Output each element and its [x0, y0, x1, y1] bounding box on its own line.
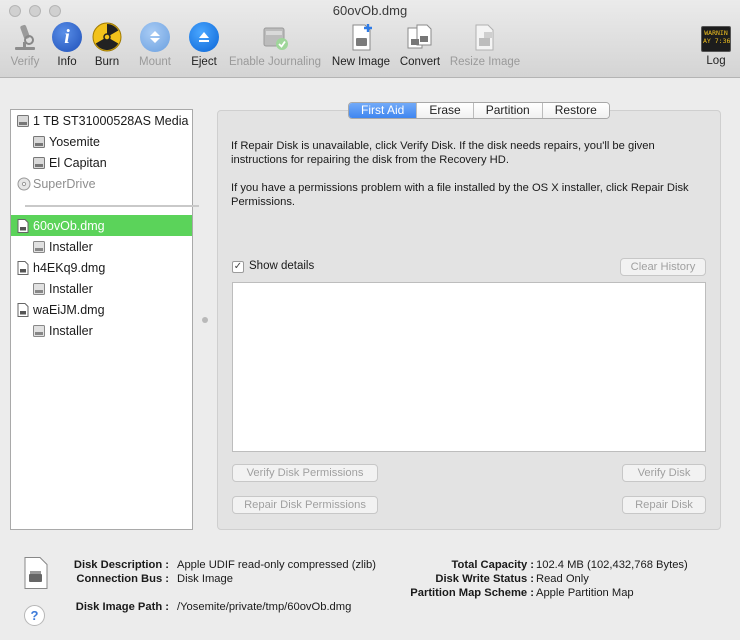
- tab-first-aid[interactable]: First Aid: [349, 103, 418, 118]
- sidebar-divider: [25, 205, 199, 207]
- info-icon: i: [52, 22, 82, 52]
- titlebar: 60ovOb.dmg Verify i Info Burn Mount Ejec…: [0, 0, 740, 78]
- sidebar-item-yosemite[interactable]: Yosemite: [11, 131, 192, 152]
- verify-disk-permissions-button[interactable]: Verify Disk Permissions: [232, 464, 378, 482]
- sidebar-item-el-capitan[interactable]: El Capitan: [11, 152, 192, 173]
- sidebar-item-installer-3[interactable]: Installer: [11, 320, 192, 341]
- disk-image-icon: [17, 302, 29, 317]
- sidebar-item-installer-2[interactable]: Installer: [11, 278, 192, 299]
- mount-button[interactable]: Mount: [136, 22, 174, 74]
- show-details-checkbox[interactable]: ✓: [232, 261, 244, 273]
- disk-write-status-value: Read Only: [536, 573, 589, 585]
- tab-erase[interactable]: Erase: [417, 103, 474, 118]
- disk-description-value: Apple UDIF read-only compressed (zlib): [177, 559, 376, 571]
- eject-icon: [189, 22, 219, 52]
- connection-bus-label: Connection Bus :: [76, 573, 169, 585]
- clear-history-button[interactable]: Clear History: [620, 258, 706, 276]
- volume-icon: [33, 240, 45, 254]
- window-title: 60ovOb.dmg: [332, 3, 408, 18]
- verify-button[interactable]: Verify: [6, 22, 44, 74]
- selected-disk-image-icon: [24, 557, 48, 589]
- eject-button[interactable]: Eject: [188, 22, 220, 74]
- disk-image-icon: [17, 260, 29, 275]
- sidebar-item-superdrive[interactable]: SuperDrive: [11, 173, 192, 194]
- disk-image-path-label: Disk Image Path :: [75, 601, 169, 613]
- disk-sidebar: 1 TB ST31000528AS Media Yosemite El Capi…: [10, 109, 199, 530]
- repair-disk-button[interactable]: Repair Disk: [622, 496, 706, 514]
- tab-restore[interactable]: Restore: [542, 103, 609, 118]
- log-button[interactable]: WARNIN AY 7:36 Log: [700, 22, 732, 74]
- split-view-handle[interactable]: [202, 317, 208, 323]
- volume-icon: [33, 156, 45, 170]
- new-image-icon: [346, 22, 376, 52]
- tab-bar: First Aid Erase Partition Restore: [348, 102, 610, 119]
- disk-utility-window: 60ovOb.dmg Verify i Info Burn Mount Ejec…: [0, 0, 740, 640]
- help-button[interactable]: ?: [24, 605, 45, 626]
- info-button[interactable]: i Info: [52, 22, 82, 74]
- disk-image-icon: [17, 218, 29, 233]
- volume-icon: [33, 135, 45, 149]
- radiation-icon: [92, 22, 122, 52]
- optical-drive-icon: [17, 177, 31, 191]
- details-log-area[interactable]: [232, 282, 706, 452]
- first-aid-instructions-1: If Repair Disk is unavailable, click Ver…: [231, 140, 655, 166]
- resize-image-icon: [470, 22, 500, 52]
- resize-image-button[interactable]: Resize Image: [449, 22, 521, 74]
- total-capacity-value: 102.4 MB (102,432,768 Bytes): [536, 559, 688, 571]
- sidebar-item-waeijm-dmg[interactable]: waEiJM.dmg: [11, 299, 192, 320]
- show-details-label: Show details: [249, 260, 315, 272]
- tab-partition[interactable]: Partition: [473, 103, 543, 118]
- sidebar-item-60ovob-dmg[interactable]: 60ovOb.dmg: [11, 215, 192, 236]
- console-log-icon: WARNIN AY 7:36: [701, 26, 731, 52]
- microscope-icon: [10, 22, 40, 52]
- total-capacity-label: Total Capacity :: [451, 559, 534, 571]
- volume-icon: [33, 324, 45, 338]
- journal-drive-icon: [260, 22, 290, 52]
- burn-button[interactable]: Burn: [91, 22, 123, 74]
- hard-drive-icon: [17, 114, 29, 128]
- sidebar-item-installer-1[interactable]: Installer: [11, 236, 192, 257]
- convert-icon: [405, 22, 435, 52]
- mount-icon: [140, 22, 170, 52]
- new-image-button[interactable]: New Image: [330, 22, 392, 74]
- volume-icon: [33, 282, 45, 296]
- sidebar-item-hard-disk[interactable]: 1 TB ST31000528AS Media: [11, 110, 192, 131]
- repair-disk-permissions-button[interactable]: Repair Disk Permissions: [232, 496, 378, 514]
- connection-bus-value: Disk Image: [177, 573, 233, 585]
- partition-map-scheme-value: Apple Partition Map: [536, 587, 634, 599]
- enable-journaling-button[interactable]: Enable Journaling: [227, 22, 323, 74]
- verify-disk-button[interactable]: Verify Disk: [622, 464, 706, 482]
- convert-button[interactable]: Convert: [398, 22, 442, 74]
- disk-image-path-value: /Yosemite/private/tmp/60ovOb.dmg: [177, 601, 352, 613]
- first-aid-instructions-2: If you have a permissions problem with a…: [231, 182, 689, 208]
- disk-write-status-label: Disk Write Status :: [435, 573, 534, 585]
- disk-description-label: Disk Description :: [73, 559, 169, 571]
- partition-map-scheme-label: Partition Map Scheme :: [410, 587, 534, 599]
- sidebar-item-h4ekq9-dmg[interactable]: h4EKq9.dmg: [11, 257, 192, 278]
